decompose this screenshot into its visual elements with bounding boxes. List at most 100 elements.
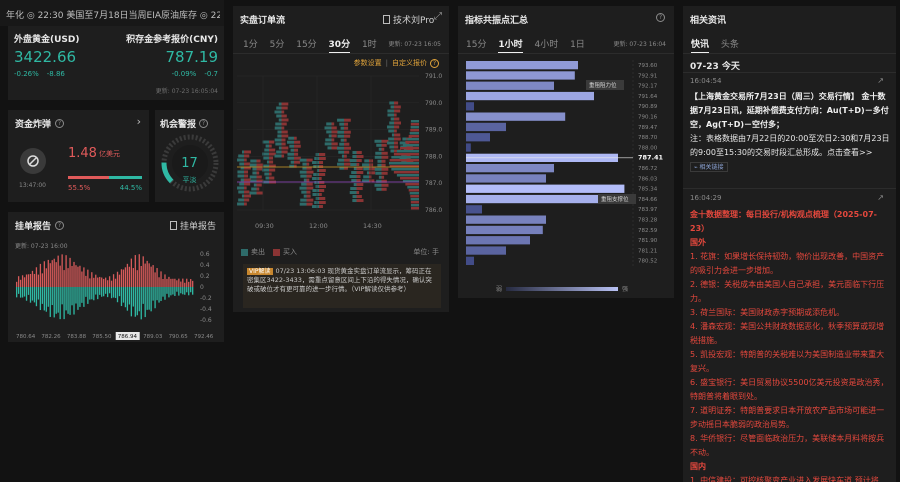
bar-up xyxy=(118,274,121,287)
resonance-bar xyxy=(466,164,554,173)
buy-cell xyxy=(319,173,326,177)
bar-down xyxy=(61,287,63,305)
buy-cell xyxy=(281,122,287,126)
bar-up xyxy=(73,261,75,287)
related-link-button[interactable]: ⌁ 相关链接 xyxy=(690,162,728,172)
sell-cell xyxy=(238,154,244,158)
bar-up xyxy=(43,261,45,287)
volume-profile-bar xyxy=(396,150,419,153)
buy-cell xyxy=(356,163,360,167)
sell-cell xyxy=(299,170,307,174)
ticker-text[interactable]: 年化 ◎ 22:30 美国至7月18日当周EIA原油库存 ◎ 22:30 美 xyxy=(6,8,220,21)
tab-1m[interactable]: 1分 xyxy=(243,40,258,50)
news-item-1-note[interactable]: 注：表格数据由7月22日的20:00至次日2:30和7月23日的9:00至15:… xyxy=(690,132,890,160)
news-date: 07-23 今天 xyxy=(690,62,740,72)
x-tick-label: 780.64 xyxy=(16,334,36,340)
tab-headline[interactable]: 头条 xyxy=(721,40,739,50)
bar-down xyxy=(73,287,75,315)
sell-cell xyxy=(362,163,369,167)
orderflow-title: 实盘订单流 xyxy=(240,16,286,26)
bar-down xyxy=(47,287,49,307)
sell-cell xyxy=(314,157,319,161)
bar-down xyxy=(16,287,18,298)
sell-cell xyxy=(337,134,344,138)
bar-down xyxy=(152,287,154,301)
tab-1h[interactable]: 1时 xyxy=(362,40,377,50)
sell-cell xyxy=(352,195,357,199)
buy-cell xyxy=(244,182,251,186)
volume-profile-bar xyxy=(396,174,419,177)
tab-4h[interactable]: 4小时 xyxy=(534,40,558,50)
sell-cell xyxy=(249,191,257,195)
param-settings-link[interactable]: 参数设置 xyxy=(354,58,382,68)
news-item-2-title[interactable]: 金十数据整理：每日投行/机构观点梳理（2025-07-23） xyxy=(690,208,890,236)
bar-down xyxy=(21,287,24,298)
buy-cell xyxy=(356,179,361,183)
expand-icon[interactable]: ⤢ xyxy=(434,11,442,22)
buy-cell xyxy=(244,186,247,190)
sell-cell xyxy=(378,147,382,151)
y-tick-label: 789.0 xyxy=(425,127,442,134)
sell-cell xyxy=(327,146,332,150)
orderflow-pro-link[interactable]: 技术刘Pro xyxy=(383,13,434,26)
buy-cell xyxy=(319,153,326,157)
order-report-title: 挂单报告 xyxy=(15,222,52,232)
sell-cell xyxy=(389,101,394,105)
news-title: 相关资讯 xyxy=(690,16,727,26)
sell-cell xyxy=(339,142,344,146)
tab-15m[interactable]: 15分 xyxy=(466,40,486,50)
volume-profile-bar xyxy=(410,120,419,123)
bar-up xyxy=(184,282,186,287)
capital-bomb-pct-left: 55.5% xyxy=(68,184,91,192)
bar-up xyxy=(142,256,144,287)
volume-profile-bar xyxy=(409,192,419,195)
tab-1h[interactable]: 1小时 xyxy=(498,40,523,54)
buy-cell xyxy=(394,129,397,133)
order-report-link[interactable]: 挂单报告 xyxy=(169,219,216,232)
buy-cell xyxy=(244,150,251,154)
share-icon[interactable]: ↗ xyxy=(877,76,884,85)
sell-cell xyxy=(237,202,244,206)
bar-up xyxy=(19,279,22,287)
bar-down xyxy=(134,287,136,317)
orderflow-chart: 791.0 790.0 789.0 788.0 787.0 786.0 09:30 12:00… xyxy=(237,73,442,230)
bar-down xyxy=(97,287,99,300)
volume-profile-bar xyxy=(400,147,419,150)
help-icon[interactable]: ? xyxy=(430,58,439,68)
share-icon[interactable]: ↗ xyxy=(877,193,884,202)
bar-down xyxy=(160,287,162,302)
sell-cell xyxy=(241,194,244,198)
custom-quote-link[interactable]: 自定义报价 xyxy=(392,58,427,68)
bar-up xyxy=(81,271,83,287)
buy-cell xyxy=(394,105,401,109)
buy-cell xyxy=(331,134,337,138)
help-icon[interactable]: ? xyxy=(199,119,209,128)
sell-cell xyxy=(276,106,282,110)
jicun-gold-change-pct: -0.09% xyxy=(171,70,197,78)
tab-15m[interactable]: 15分 xyxy=(296,40,316,50)
sell-cell xyxy=(249,163,257,167)
tab-30m[interactable]: 30分 xyxy=(328,40,351,54)
tab-1d[interactable]: 1日 xyxy=(570,40,585,50)
buy-cell xyxy=(306,202,313,206)
help-icon[interactable]: ? xyxy=(55,221,65,230)
sell-cell xyxy=(377,163,382,167)
sell-cell xyxy=(239,162,244,166)
resonance-updated: 更新: 07-23 16:04 xyxy=(613,41,666,48)
sell-cell xyxy=(337,118,344,122)
tab-5m[interactable]: 5分 xyxy=(270,40,285,50)
tab-flash[interactable]: 快讯 xyxy=(691,40,710,54)
help-icon[interactable]: ? xyxy=(55,119,65,128)
spot-gold-label: 外盘黄金(USD) xyxy=(14,35,80,45)
x-tick-label: 09:30 xyxy=(255,222,274,230)
news-item-1-text[interactable]: 【上海黄金交易所7月23日（周三）交易行情】 金十数据7月23日讯，延期补偿费支… xyxy=(690,90,890,132)
help-icon[interactable]: ? xyxy=(656,13,665,22)
sell-cell xyxy=(301,182,307,186)
buy-cell xyxy=(344,158,351,162)
bar-up xyxy=(156,268,158,287)
sell-cell xyxy=(262,140,269,144)
sell-cell xyxy=(299,186,307,190)
resistance-label: 重阻阻力位 xyxy=(589,81,617,89)
jicun-gold-value: 787.19 xyxy=(165,48,219,66)
chevron-right-icon[interactable]: › xyxy=(137,115,141,128)
